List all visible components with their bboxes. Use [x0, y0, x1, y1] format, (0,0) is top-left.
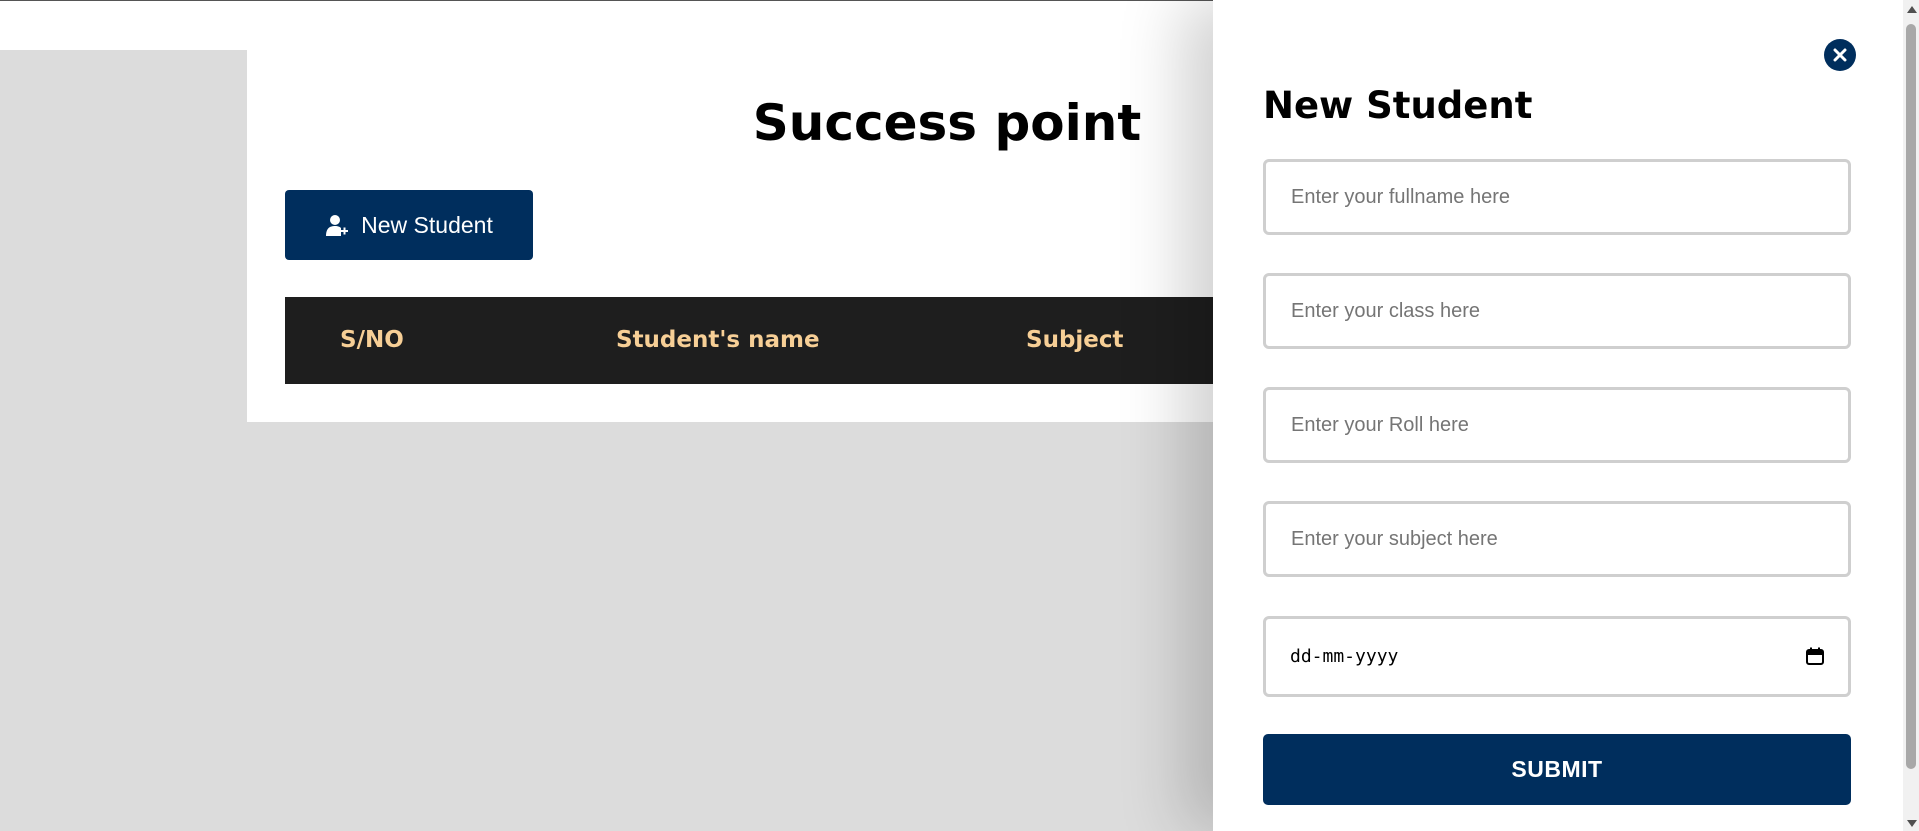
column-header-subject: Subject [1026, 327, 1124, 353]
subject-input[interactable] [1263, 501, 1851, 577]
new-student-button[interactable]: New Student [285, 190, 533, 260]
column-header-student-name: Student's name [616, 327, 820, 353]
close-icon [1833, 48, 1847, 62]
vertical-scrollbar[interactable] [1903, 0, 1919, 831]
main-card: Success point New Student S/NO Student's… [247, 50, 1285, 422]
new-student-button-label: New Student [361, 211, 493, 238]
column-header-sno: S/NO [340, 327, 404, 353]
class-input[interactable] [1263, 273, 1851, 349]
fullname-input[interactable] [1263, 159, 1851, 235]
calendar-icon[interactable] [1806, 647, 1824, 665]
date-input[interactable]: dd-mm-yyyy [1263, 616, 1851, 697]
submit-button[interactable]: SUBMIT [1263, 734, 1851, 805]
scroll-down-arrow-icon[interactable] [1907, 820, 1917, 827]
user-plus-icon [326, 215, 349, 236]
scrollbar-thumb[interactable] [1906, 24, 1916, 769]
scroll-up-arrow-icon[interactable] [1907, 6, 1917, 13]
close-drawer-button[interactable] [1824, 39, 1856, 71]
roll-input[interactable] [1263, 387, 1851, 463]
new-student-drawer: New Student dd-mm-yyyy SUBMIT [1213, 0, 1903, 831]
drawer-title: New Student [1263, 84, 1533, 127]
table-header: S/NO Student's name Subject [285, 297, 1285, 384]
date-placeholder: dd-mm-yyyy [1290, 646, 1399, 667]
